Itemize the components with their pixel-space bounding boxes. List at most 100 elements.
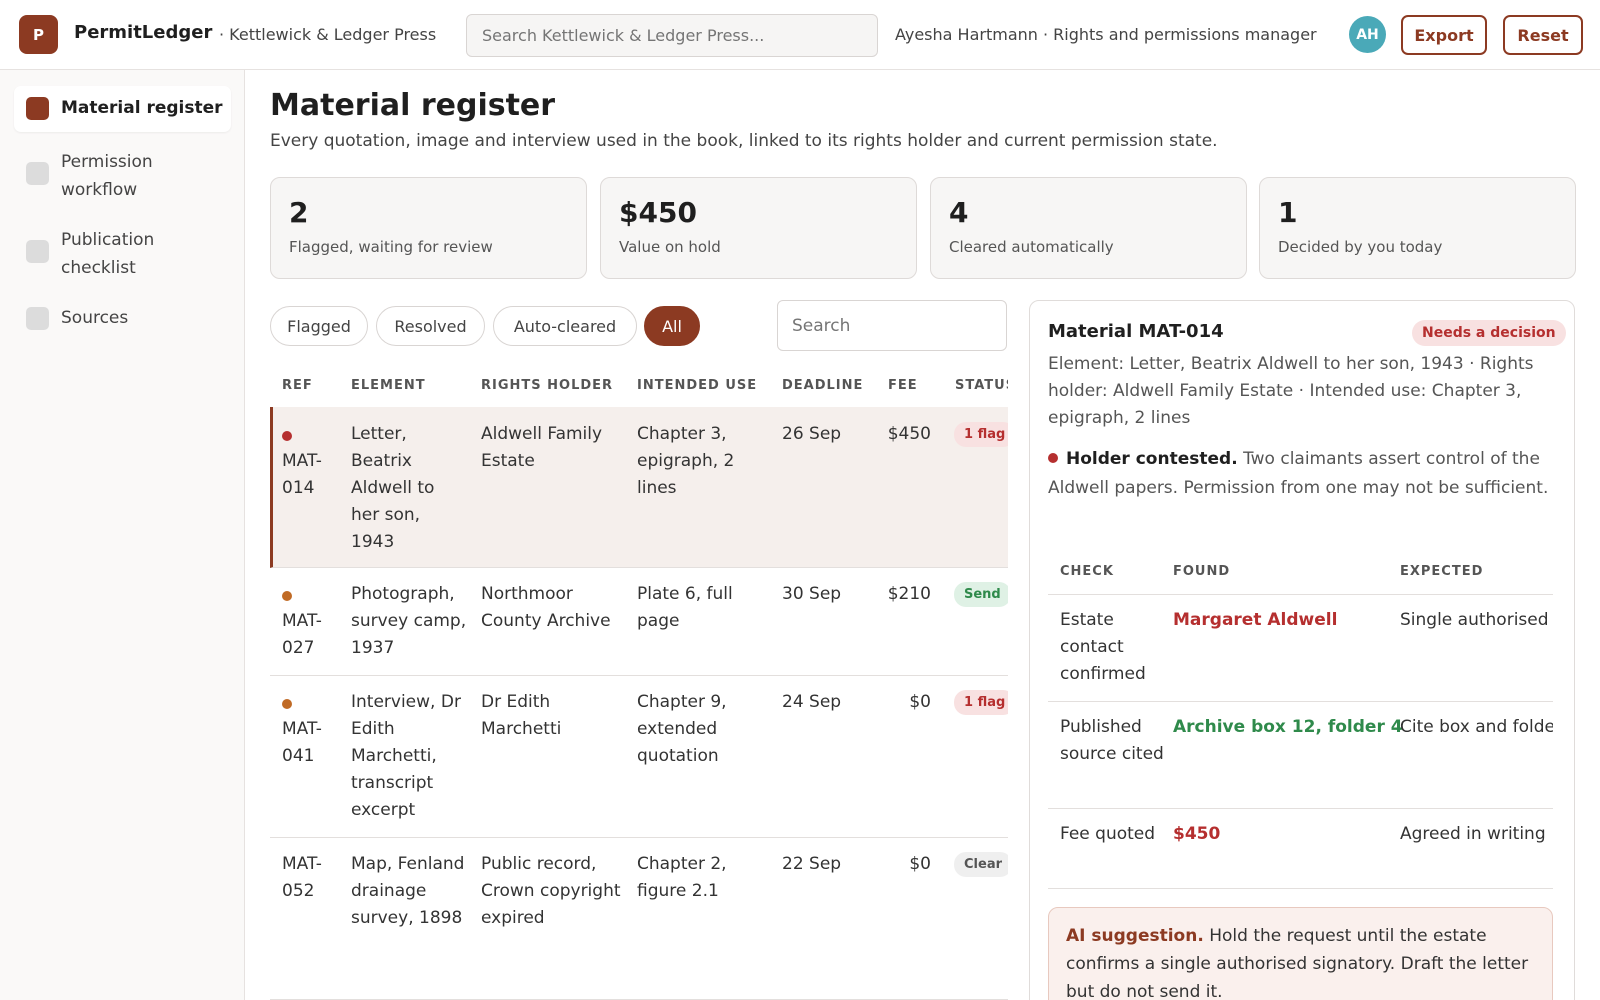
check-name: Published source cited (1060, 717, 1164, 764)
ai-suggestion-label: AI suggestion. (1066, 926, 1204, 946)
contested-title: Holder contested. (1066, 449, 1238, 469)
stat-label: Decided by you today (1278, 238, 1443, 256)
filter-auto-cleared[interactable]: Auto-cleared (493, 306, 637, 346)
sidebar-item-label: Publication checklist (61, 230, 155, 278)
check-expected: Single authorised signatory (1400, 610, 1553, 630)
warning-dot-icon (1048, 453, 1058, 463)
avatar[interactable]: AH (1349, 16, 1386, 53)
column-header-element: ELEMENT (351, 378, 426, 393)
filter-resolved[interactable]: Resolved (376, 306, 485, 346)
row-deadline: 26 Sep (782, 424, 842, 444)
publication-checklist-icon (26, 240, 49, 263)
stat-value: 4 (949, 196, 969, 229)
stat-value: 2 (289, 196, 309, 229)
detail-panel: Material MAT-014 Needs a decision Elemen… (1029, 300, 1575, 1000)
contested-notice: Holder contested. Two claimants assert c… (1048, 445, 1553, 503)
row-rights-holder: Northmoor County Archive (481, 584, 611, 631)
check-name: Estate contact confirmed (1060, 610, 1146, 684)
row-intended-use: Plate 6, full page (637, 584, 733, 631)
ai-suggestion: AI suggestion. Hold the request until th… (1048, 907, 1553, 1000)
row-fee: $210 (887, 584, 931, 604)
table-row[interactable]: MAT-041 Interview, Dr Edith Marchetti, t… (270, 676, 1008, 838)
org-name: · Kettlewick & Ledger Press (219, 25, 437, 44)
sidebar-item-permission-workflow[interactable]: Permission workflow (14, 146, 194, 204)
detail-title: Material MAT-014 (1048, 321, 1224, 342)
needs-decision-badge: Needs a decision (1412, 320, 1566, 346)
export-button[interactable]: Export (1401, 15, 1487, 55)
row-rights-holder: Public record, Crown copyright expired (481, 854, 621, 928)
row-deadline: 24 Sep (782, 692, 842, 712)
status-badge: 1 flag (954, 690, 1008, 715)
flag-dot-icon (282, 699, 292, 709)
top-bar: P PermitLedger · Kettlewick & Ledger Pre… (0, 0, 1600, 70)
row-intended-use: Chapter 2, figure 2.1 (637, 854, 727, 901)
check-expected: Cite box and folder (1400, 717, 1553, 737)
row-ref: MAT-014 (282, 451, 322, 498)
row-ref: MAT-027 (282, 611, 322, 658)
sidebar: Material register Permission workflow Pu… (0, 70, 245, 1000)
table-row[interactable]: MAT-052 Map, Fenland drainage survey, 18… (270, 838, 1008, 1000)
permission-workflow-icon (26, 162, 49, 185)
row-intended-use: Chapter 3, epigraph, 2 lines (637, 424, 735, 498)
row-element: Photograph, survey camp, 1937 (351, 584, 467, 658)
stat-value: $450 (619, 196, 697, 229)
stat-label: Value on hold (619, 238, 721, 256)
sidebar-item-material-register[interactable]: Material register (14, 86, 231, 132)
stat-label: Flagged, waiting for review (289, 238, 493, 256)
row-intended-use: Chapter 9, extended quotation (637, 692, 727, 766)
check-found: Archive box 12, folder 4 (1173, 717, 1403, 737)
stat-label: Cleared automatically (949, 238, 1114, 256)
column-header-status: STATUS (955, 378, 1008, 393)
detail-meta: Element: Letter, Beatrix Aldwell to her … (1048, 354, 1534, 428)
checks-table: CHECK FOUND EXPECTED Estate contact conf… (1048, 551, 1553, 891)
app-name: PermitLedger (74, 22, 213, 43)
reset-button[interactable]: Reset (1503, 15, 1583, 55)
table-row[interactable]: MAT-014 Letter, Beatrix Aldwell to her s… (270, 407, 1008, 568)
row-rights-holder: Aldwell Family Estate (481, 424, 603, 471)
row-fee: $450 (887, 424, 931, 444)
column-header-deadline: DEADLINE (782, 378, 864, 393)
column-header-ref: REF (282, 378, 313, 393)
status-badge: Send (954, 582, 1008, 607)
stat-card-cleared: 4 Cleared automatically (930, 177, 1247, 279)
user-info: Ayesha Hartmann · Rights and permissions… (895, 25, 1317, 44)
filter-all[interactable]: All (644, 306, 700, 346)
column-header-rights-holder: RIGHTS HOLDER (481, 378, 614, 393)
stat-value: 1 (1278, 196, 1298, 229)
check-row: Fee quoted $450 Agreed in writing (1048, 809, 1553, 889)
sidebar-item-label: Permission workflow (61, 152, 153, 200)
row-fee: $0 (909, 854, 931, 874)
row-element: Letter, Beatrix Aldwell to her son, 1943 (351, 424, 435, 552)
flag-dot-icon (282, 431, 292, 441)
check-expected: Agreed in writing (1400, 824, 1546, 844)
table-search-input[interactable] (777, 300, 1007, 351)
stat-card-decided-today: 1 Decided by you today (1259, 177, 1576, 279)
page-subtitle: Every quotation, image and interview use… (270, 131, 1218, 151)
global-search-input[interactable] (466, 14, 878, 57)
material-table: REF ELEMENT RIGHTS HOLDER INTENDED USE D… (270, 364, 1008, 1000)
row-ref: MAT-052 (282, 854, 322, 901)
stat-card-flagged: 2 Flagged, waiting for review (270, 177, 587, 279)
sources-icon (26, 307, 49, 330)
material-register-icon (26, 97, 49, 120)
stat-card-value-on-hold: $450 Value on hold (600, 177, 917, 279)
filter-flagged[interactable]: Flagged (270, 306, 368, 346)
row-fee: $0 (909, 692, 931, 712)
checks-header-row (1048, 551, 1553, 595)
sidebar-item-publication-checklist[interactable]: Publication checklist (14, 224, 194, 282)
row-element: Interview, Dr Edith Marchetti, transcrip… (351, 692, 461, 820)
status-badge: Clear (954, 852, 1008, 877)
check-row: Estate contact confirmed Margaret Aldwel… (1048, 595, 1553, 702)
status-badge: 1 flag (954, 422, 1008, 447)
flag-dot-icon (282, 591, 292, 601)
row-deadline: 30 Sep (782, 584, 842, 604)
sidebar-item-sources[interactable]: Sources (14, 304, 231, 332)
row-deadline: 22 Sep (782, 854, 842, 874)
check-name: Fee quoted (1060, 824, 1156, 844)
table-row[interactable]: MAT-027 Photograph, survey camp, 1937 No… (270, 568, 1008, 676)
row-element: Map, Fenland drainage survey, 1898 (351, 854, 465, 928)
check-row: Published source cited Archive box 12, f… (1048, 702, 1553, 809)
column-header-fee: FEE (888, 378, 918, 393)
check-found: $450 (1173, 824, 1221, 844)
page-title: Material register (270, 88, 556, 123)
